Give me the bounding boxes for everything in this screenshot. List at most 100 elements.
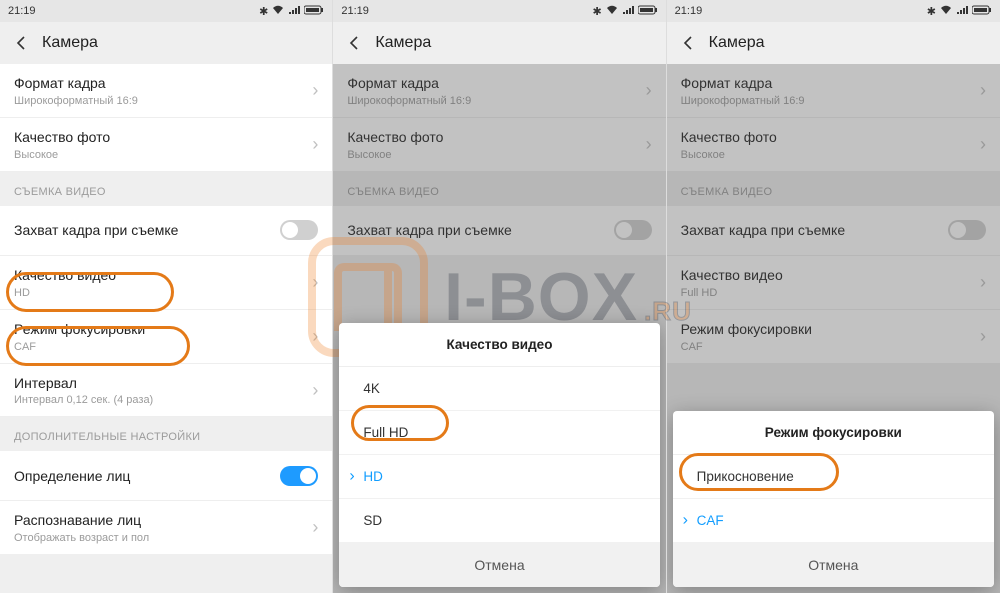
row-title: Определение лиц [14,467,280,486]
option-caf[interactable]: CAF [673,499,994,543]
cancel-button[interactable]: Отмена [339,543,659,587]
bluetooth-icon: ✱ [592,5,601,18]
row-face-recognition[interactable]: Распознавание лиц Отображать возраст и п… [0,501,332,554]
wifi-icon [940,5,952,18]
row-title: Распознавание лиц [14,511,304,530]
chevron-right-icon: › [980,134,986,155]
screen-settings-main: 21:19 ✱ Камера [0,0,333,593]
signal-icon [956,5,968,18]
row-frame-format[interactable]: Формат кадраШирокоформатный 16:9 › [333,64,665,118]
toggle-face-detection[interactable] [280,466,318,486]
row-title: Формат кадра [14,74,304,93]
row-sub: Full HD [681,287,972,299]
row-sub: Высокое [14,149,304,161]
status-bar: 21:19 ✱ [667,0,1000,22]
back-icon[interactable] [679,33,699,53]
option-fullhd[interactable]: Full HD [339,411,659,455]
chevron-right-icon: › [312,134,318,155]
row-capture-frame[interactable]: Захват кадра при съемке [0,206,332,256]
row-capture-frame[interactable]: Захват кадра при съемке [667,206,1000,256]
row-focus-mode[interactable]: Режим фокусировки CAF › [0,310,332,364]
option-sd[interactable]: SD [339,499,659,543]
signal-icon [622,5,634,18]
row-title: Режим фокусировки [681,320,972,339]
row-sub: Высокое [347,149,637,161]
header: Камера [333,22,665,64]
chevron-right-icon: › [312,80,318,101]
row-sub: CAF [681,341,972,353]
row-face-detection[interactable]: Определение лиц [0,451,332,501]
wifi-icon [272,5,284,18]
chevron-right-icon: › [646,80,652,101]
bluetooth-icon: ✱ [259,5,268,18]
header: Камера [667,22,1000,64]
header: Камера [0,22,332,64]
option-hd[interactable]: HD [339,455,659,499]
page-title: Камера [709,34,765,52]
toggle-capture-frame[interactable] [280,220,318,240]
page-title: Камера [42,34,98,52]
row-frame-format[interactable]: Формат кадра Широкоформатный 16:9 › [0,64,332,118]
row-title: Качество фото [681,128,972,147]
dialog-focus-mode: Режим фокусировки Прикосновение CAF Отме… [673,411,994,587]
row-frame-format[interactable]: Формат кадра Широкоформатный 16:9 › [667,64,1000,118]
row-title: Интервал [14,374,304,393]
row-photo-quality[interactable]: Качество фото Высокое › [0,118,332,172]
toggle-capture-frame[interactable] [948,220,986,240]
cancel-button[interactable]: Отмена [673,543,994,587]
row-title: Формат кадра [681,74,972,93]
row-sub: CAF [14,341,304,353]
chevron-right-icon: › [312,326,318,347]
option-touch[interactable]: Прикосновение [673,455,994,499]
section-advanced: ДОПОЛНИТЕЛЬНЫЕ НАСТРОЙКИ [0,417,332,451]
status-time: 21:19 [341,5,369,17]
dialog-title: Режим фокусировки [673,411,994,455]
row-sub: Высокое [681,149,972,161]
chevron-right-icon: › [980,80,986,101]
screen-focus-dialog: 21:19 ✱ Камера Формат кадра Широкоформатн… [667,0,1000,593]
row-title: Режим фокусировки [14,320,304,339]
section-video: СЪЕМКА ВИДЕО [333,172,665,206]
screen-quality-dialog: 21:19 ✱ Камера Формат кадраШирокоформатн… [333,0,666,593]
row-sub: Широкоформатный 16:9 [14,95,304,107]
row-sub: Отображать возраст и пол [14,532,304,544]
row-photo-quality[interactable]: Качество фотоВысокое › [333,118,665,172]
chevron-right-icon: › [980,272,986,293]
row-interval[interactable]: Интервал Интервал 0,12 сек. (4 раза) › [0,364,332,418]
row-title: Захват кадра при съемке [681,221,948,240]
back-icon[interactable] [12,33,32,53]
dialog-title: Качество видео [339,323,659,367]
signal-icon [288,5,300,18]
section-video: СЪЕМКА ВИДЕО [667,172,1000,206]
section-video: СЪЕМКА ВИДЕО [0,172,332,206]
row-capture-frame[interactable]: Захват кадра при съемке [333,206,665,256]
battery-icon [972,5,992,18]
option-4k[interactable]: 4K [339,367,659,411]
back-icon[interactable] [345,33,365,53]
status-bar: 21:19 ✱ [333,0,665,22]
toggle-capture-frame[interactable] [614,220,652,240]
bluetooth-icon: ✱ [927,5,936,18]
chevron-right-icon: › [980,326,986,347]
row-title: Качество фото [347,128,637,147]
row-title: Формат кадра [347,74,637,93]
status-bar: 21:19 ✱ [0,0,332,22]
row-title: Захват кадра при съемке [347,221,613,240]
row-title: Качество видео [14,266,304,285]
chevron-right-icon: › [312,272,318,293]
battery-icon [638,5,658,18]
row-photo-quality[interactable]: Качество фото Высокое › [667,118,1000,172]
row-video-quality[interactable]: Качество видео HD › [0,256,332,310]
status-time: 21:19 [8,5,36,17]
battery-icon [304,5,324,18]
row-title: Качество видео [681,266,972,285]
row-video-quality[interactable]: Качество видео Full HD › [667,256,1000,310]
dialog-video-quality: Качество видео 4K Full HD HD SD Отмена [339,323,659,587]
row-sub: HD [14,287,304,299]
chevron-right-icon: › [312,380,318,401]
wifi-icon [606,5,618,18]
row-sub: Интервал 0,12 сек. (4 раза) [14,394,304,406]
row-sub: Широкоформатный 16:9 [681,95,972,107]
row-focus-mode[interactable]: Режим фокусировки CAF › [667,310,1000,364]
status-time: 21:19 [675,5,703,17]
